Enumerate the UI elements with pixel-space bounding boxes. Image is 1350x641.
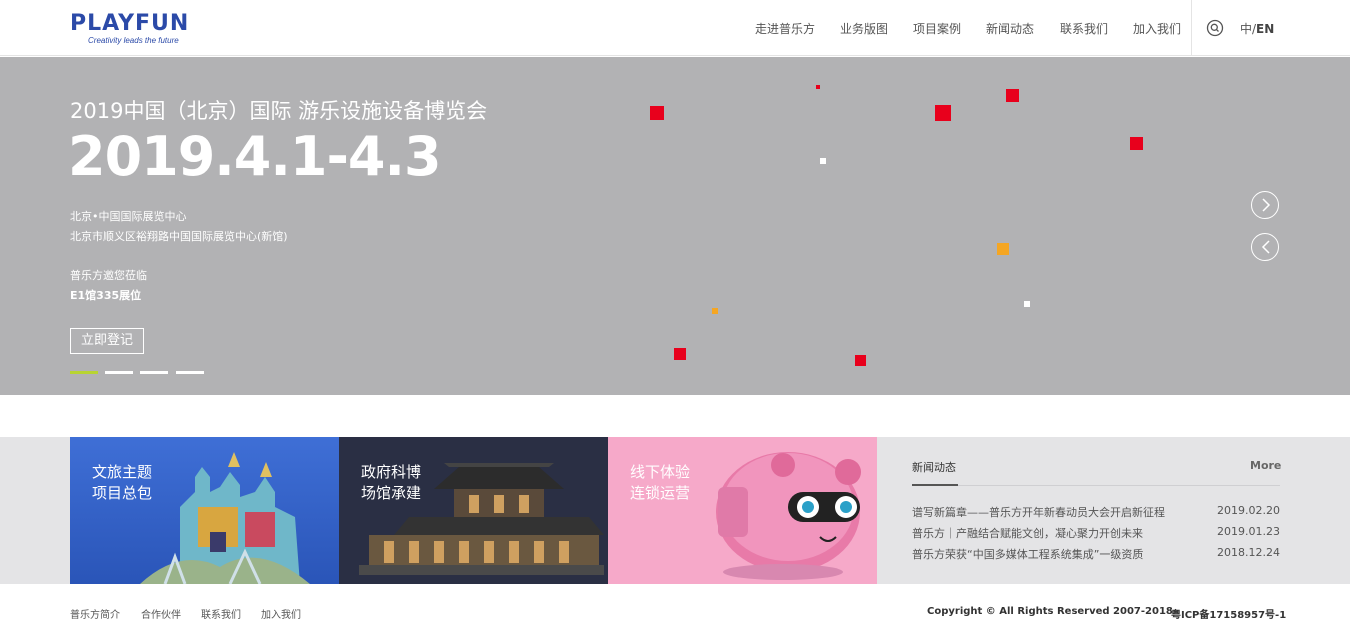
news-divider	[912, 485, 1280, 486]
pink-robot-image	[608, 437, 877, 584]
nav-item-about[interactable]: 走进普乐方	[755, 20, 815, 37]
footer-copyright: Copyright © All Rights Reserved 2007-201…	[927, 606, 1173, 617]
lang-zh[interactable]: 中/	[1240, 22, 1256, 36]
language-switch[interactable]: 中/EN	[1240, 20, 1274, 37]
news-panel: 新闻动态 More 谱写新篇章——普乐方开年新春动员大会开启新征程 2019.0…	[877, 437, 1350, 584]
banner-invite: 普乐方邀您莅临	[70, 269, 147, 282]
chevron-left-icon	[1261, 240, 1270, 254]
site-footer: 普乐方简介 合作伙伴 联系我们 加入我们 Copyright © All Rig…	[0, 584, 1350, 641]
tile-title-line2: 场馆承建	[361, 484, 422, 502]
news-item[interactable]: 普乐方｜产融结合赋能文创，凝心聚力开创未来 2019.01.23	[912, 525, 1280, 541]
logo-tagline: Creativity leads the future	[88, 36, 179, 45]
nav-item-join[interactable]: 加入我们	[1133, 20, 1181, 37]
news-item-title: 普乐方｜产融结合赋能文创，凝心聚力开创未来	[912, 527, 1143, 540]
news-tab-underline	[912, 484, 958, 486]
tile-title-line1: 线下体验	[630, 463, 691, 481]
search-icon[interactable]	[1206, 19, 1224, 37]
nav-item-contact[interactable]: 联系我们	[1060, 20, 1108, 37]
news-item-date: 2019.02.20	[1217, 504, 1280, 517]
decor-square	[650, 106, 664, 120]
banner-title: 2019中国（北京）国际 游乐设施设备博览会	[70, 99, 488, 123]
tile-title-line1: 政府科博	[361, 463, 422, 481]
logo-wordmark: PLAYFUN	[70, 11, 190, 36]
theme-park-castle-image	[70, 437, 339, 584]
tile-title-line1: 文旅主题	[92, 463, 153, 481]
news-item-date: 2019.01.23	[1217, 525, 1280, 538]
tile-cultural-tourism[interactable]: 文旅主题 项目总包	[70, 437, 339, 584]
decor-square	[1006, 89, 1019, 102]
footer-link-join[interactable]: 加入我们	[261, 606, 301, 621]
banner-date: 2019.4.1-4.3	[68, 125, 442, 188]
slide-dot-4[interactable]	[176, 371, 204, 374]
news-more-link[interactable]: More	[1250, 459, 1281, 472]
tile-offline-experience[interactable]: 线下体验 连锁运营	[608, 437, 877, 584]
pavilion-building-image	[339, 437, 608, 584]
chevron-right-icon	[1262, 198, 1271, 212]
nav-item-cases[interactable]: 项目案例	[913, 20, 961, 37]
register-button[interactable]: 立即登记	[70, 328, 144, 354]
decor-square	[712, 308, 718, 314]
decor-square	[820, 158, 826, 164]
banner-booth: E1馆335展位	[70, 289, 142, 302]
decor-square	[997, 243, 1009, 255]
banner-venue-1: 北京•中国国际展览中心	[70, 210, 187, 223]
nav-divider	[1191, 0, 1192, 56]
prev-slide-button[interactable]	[1251, 233, 1279, 261]
decor-square	[816, 85, 820, 89]
decor-square	[1024, 301, 1030, 307]
slide-dot-2[interactable]	[105, 371, 133, 374]
decor-square	[1130, 137, 1143, 150]
decor-square	[935, 105, 951, 121]
news-item-title: 谱写新篇章——普乐方开年新春动员大会开启新征程	[912, 506, 1165, 519]
footer-link-partners[interactable]: 合作伙伴	[141, 606, 181, 621]
news-item[interactable]: 谱写新篇章——普乐方开年新春动员大会开启新征程 2019.02.20	[912, 504, 1280, 520]
nav-item-business[interactable]: 业务版图	[840, 20, 888, 37]
playfun-logo[interactable]: PLAYFUN Creativity leads the future	[70, 11, 194, 46]
news-item-title: 普乐方荣获“中国多媒体工程系统集成”一级资质	[912, 548, 1144, 561]
tile-title-line2: 连锁运营	[630, 484, 691, 502]
footer-link-intro[interactable]: 普乐方简介	[70, 606, 120, 621]
decor-square	[674, 348, 686, 360]
tile-government-museum[interactable]: 政府科博 场馆承建	[339, 437, 608, 584]
slide-dot-1[interactable]	[70, 371, 98, 374]
lang-en[interactable]: EN	[1256, 22, 1274, 36]
hero-banner: 2019中国（北京）国际 游乐设施设备博览会 2019.4.1-4.3 北京•中…	[0, 57, 1350, 395]
news-item-date: 2018.12.24	[1217, 546, 1280, 559]
footer-link-contact[interactable]: 联系我们	[201, 606, 241, 621]
nav-item-news[interactable]: 新闻动态	[986, 20, 1034, 37]
tile-title-line2: 项目总包	[92, 484, 153, 502]
slide-dot-3[interactable]	[140, 371, 168, 374]
decor-square	[855, 355, 866, 366]
banner-venue-2: 北京市顺义区裕翔路中国国际展览中心(新馆)	[70, 230, 288, 243]
news-item[interactable]: 普乐方荣获“中国多媒体工程系统集成”一级资质 2018.12.24	[912, 546, 1280, 562]
footer-icp[interactable]: 粤ICP备17158957号-1	[1171, 606, 1286, 621]
next-slide-button[interactable]	[1251, 191, 1279, 219]
news-tab[interactable]: 新闻动态	[912, 459, 956, 475]
site-header: PLAYFUN Creativity leads the future 走进普乐…	[0, 0, 1350, 56]
